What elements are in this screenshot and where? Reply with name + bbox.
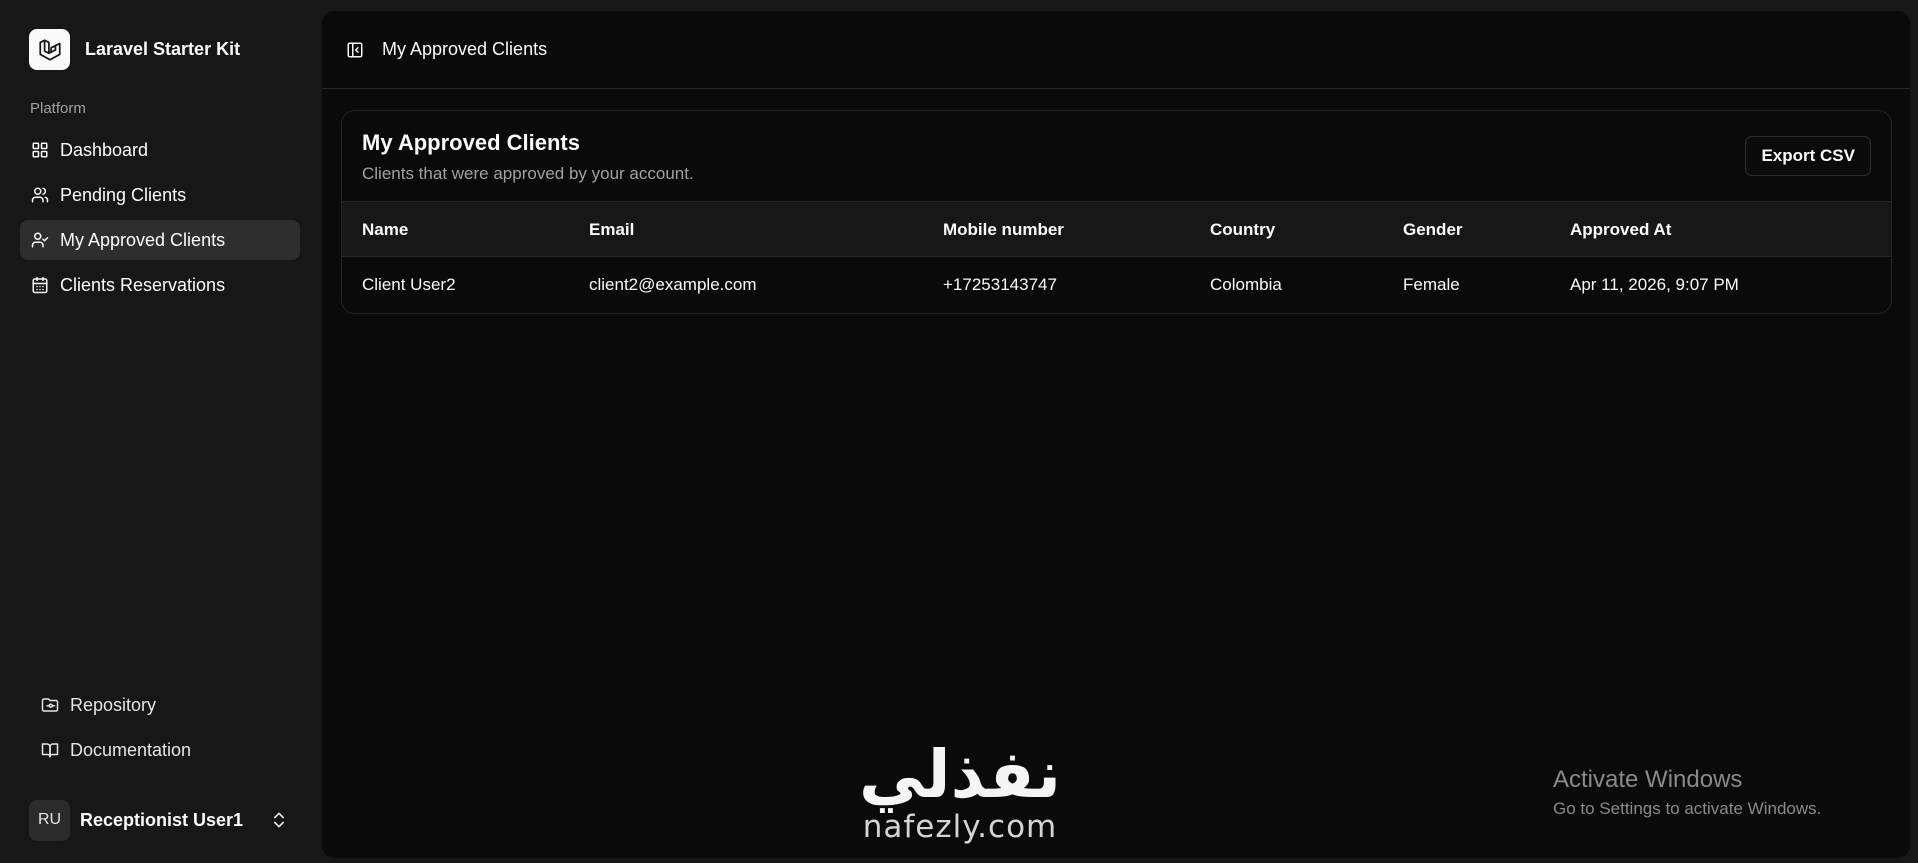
folder-git-icon bbox=[40, 695, 60, 715]
table-header: Name Email Mobile number Country Gender … bbox=[342, 201, 1891, 257]
calendar-icon bbox=[30, 275, 50, 295]
export-csv-button[interactable]: Export CSV bbox=[1745, 136, 1871, 176]
card-title: My Approved Clients bbox=[362, 130, 580, 155]
sidebar-item-clients-reservations[interactable]: Clients Reservations bbox=[20, 265, 300, 305]
sidebar-item-label: Dashboard bbox=[60, 139, 149, 160]
sidebar-item-label: My Approved Clients bbox=[60, 229, 226, 250]
card-subtitle: Clients that were approved by your accou… bbox=[362, 164, 694, 183]
watermark-arabic-text: نفذلي bbox=[859, 736, 1061, 813]
chevrons-up-down-icon bbox=[269, 810, 289, 830]
nafezly-watermark: نفذلي nafezly.com bbox=[850, 736, 1070, 845]
watermark-latin-text: nafezly.com bbox=[862, 809, 1058, 845]
sidebar-item-label: Documentation bbox=[70, 739, 192, 760]
sidebar-footer-nav: Repository Documentation bbox=[30, 685, 300, 775]
sidebar-item-documentation[interactable]: Documentation bbox=[30, 730, 300, 770]
activate-windows-notice: Activate Windows Go to Settings to activ… bbox=[1553, 766, 1821, 819]
sidebar-nav: Dashboard Pending Clients My Approved Cl… bbox=[20, 130, 300, 310]
top-bar: My Approved Clients bbox=[322, 11, 1910, 89]
avatar: RU bbox=[29, 799, 70, 841]
cell-gender: Female bbox=[1403, 275, 1460, 294]
column-header-mobile: Mobile number bbox=[943, 220, 1064, 239]
sidebar-item-pending-clients[interactable]: Pending Clients bbox=[20, 175, 300, 215]
cell-country: Colombia bbox=[1210, 275, 1282, 294]
user-check-icon bbox=[30, 230, 50, 250]
column-header-gender: Gender bbox=[1403, 220, 1463, 239]
brand[interactable]: Laravel Starter Kit bbox=[29, 29, 240, 70]
activate-windows-title: Activate Windows bbox=[1553, 766, 1743, 793]
app-window: Laravel Starter Kit Platform Dashboard P… bbox=[0, 0, 1918, 863]
sidebar-item-label: Clients Reservations bbox=[60, 274, 226, 295]
user-menu[interactable]: RU Receptionist User1 bbox=[29, 799, 299, 841]
sidebar-item-my-approved-clients[interactable]: My Approved Clients bbox=[20, 220, 300, 260]
cell-mobile: +17253143747 bbox=[943, 275, 1057, 294]
cell-name: Client User2 bbox=[362, 275, 456, 294]
cell-email: client2@example.com bbox=[589, 275, 757, 294]
laravel-logo-icon bbox=[29, 29, 70, 70]
cell-approved-at: Apr 11, 2026, 9:07 PM bbox=[1570, 275, 1739, 294]
sidebar-item-repository[interactable]: Repository bbox=[30, 685, 300, 725]
activate-windows-subtitle: Go to Settings to activate Windows. bbox=[1553, 799, 1822, 818]
sidebar-item-dashboard[interactable]: Dashboard bbox=[20, 130, 300, 170]
sidebar-item-label: Repository bbox=[70, 694, 157, 715]
main-content: My Approved Clients My Approved Clients … bbox=[322, 11, 1910, 858]
sidebar-toggle-icon[interactable] bbox=[344, 39, 366, 61]
section-label-platform: Platform bbox=[30, 100, 86, 117]
dashboard-grid-icon bbox=[30, 140, 50, 160]
book-icon bbox=[40, 740, 60, 760]
user-name: Receptionist User1 bbox=[80, 809, 244, 830]
column-header-name: Name bbox=[362, 220, 409, 239]
sidebar-item-label: Pending Clients bbox=[60, 184, 187, 205]
sidebar: Laravel Starter Kit Platform Dashboard P… bbox=[0, 0, 320, 863]
approved-clients-card: My Approved Clients Clients that were ap… bbox=[341, 110, 1892, 314]
table-row: Client User2 client2@example.com +172531… bbox=[342, 257, 1891, 313]
brand-name: Laravel Starter Kit bbox=[85, 39, 241, 59]
column-header-country: Country bbox=[1210, 220, 1276, 239]
users-icon bbox=[30, 185, 50, 205]
breadcrumb[interactable]: My Approved Clients bbox=[382, 39, 547, 60]
column-header-approved-at: Approved At bbox=[1570, 220, 1672, 239]
column-header-email: Email bbox=[589, 220, 635, 239]
